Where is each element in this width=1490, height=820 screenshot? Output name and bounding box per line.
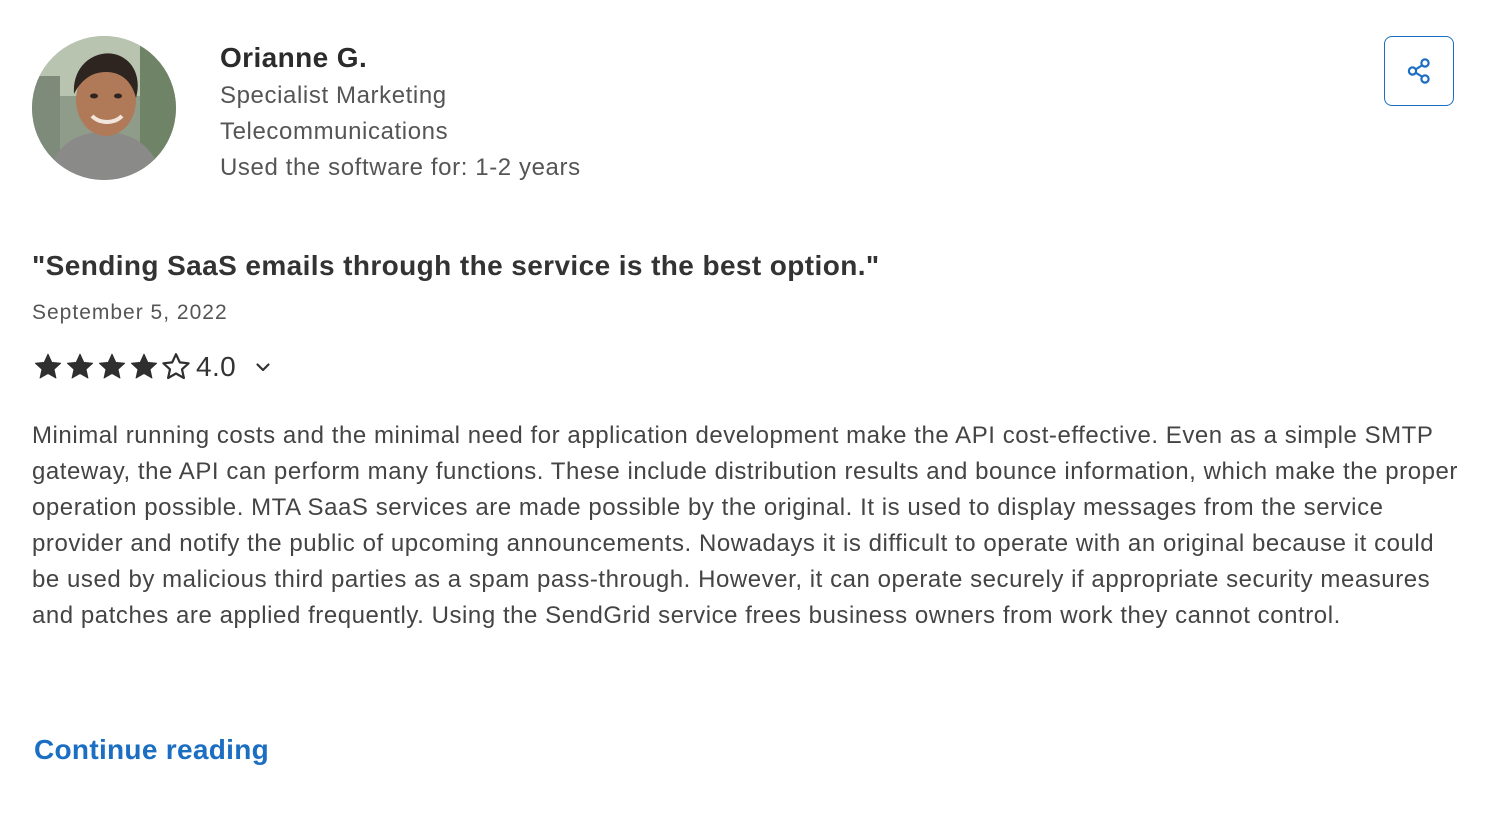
reviewer-job-title: Specialist Marketing	[220, 82, 447, 109]
star-empty-icon	[162, 353, 190, 380]
reviewer-name: Orianne G.	[220, 42, 368, 73]
share-icon	[1407, 58, 1430, 84]
reviewer-usage-duration: Used the software for: 1-2 years	[220, 154, 581, 181]
continue-reading-link[interactable]: Continue reading	[34, 730, 269, 770]
star-filled-icon	[130, 353, 158, 379]
star-rating	[32, 351, 192, 383]
user-photo-icon	[32, 36, 176, 180]
reviewer-avatar	[32, 36, 176, 180]
reviewer-info: Orianne G. Specialist Marketing Telecomm…	[220, 38, 581, 186]
chevron-down-icon	[256, 363, 270, 372]
review-date: September 5, 2022	[32, 301, 228, 324]
star-filled-icon	[34, 353, 62, 379]
reviewer-industry: Telecommunications	[220, 118, 449, 145]
rating-row: 4.0	[32, 348, 274, 386]
rating-value: 4.0	[196, 351, 237, 382]
review-title: "Sending SaaS emails through the service…	[32, 250, 880, 281]
star-filled-icon	[66, 353, 94, 379]
review-body: Minimal running costs and the minimal ne…	[32, 422, 1458, 629]
review-card: Orianne G. Specialist Marketing Telecomm…	[0, 0, 1490, 820]
share-button[interactable]	[1384, 36, 1454, 106]
rating-details-toggle[interactable]	[252, 356, 274, 378]
star-filled-icon	[98, 353, 126, 379]
